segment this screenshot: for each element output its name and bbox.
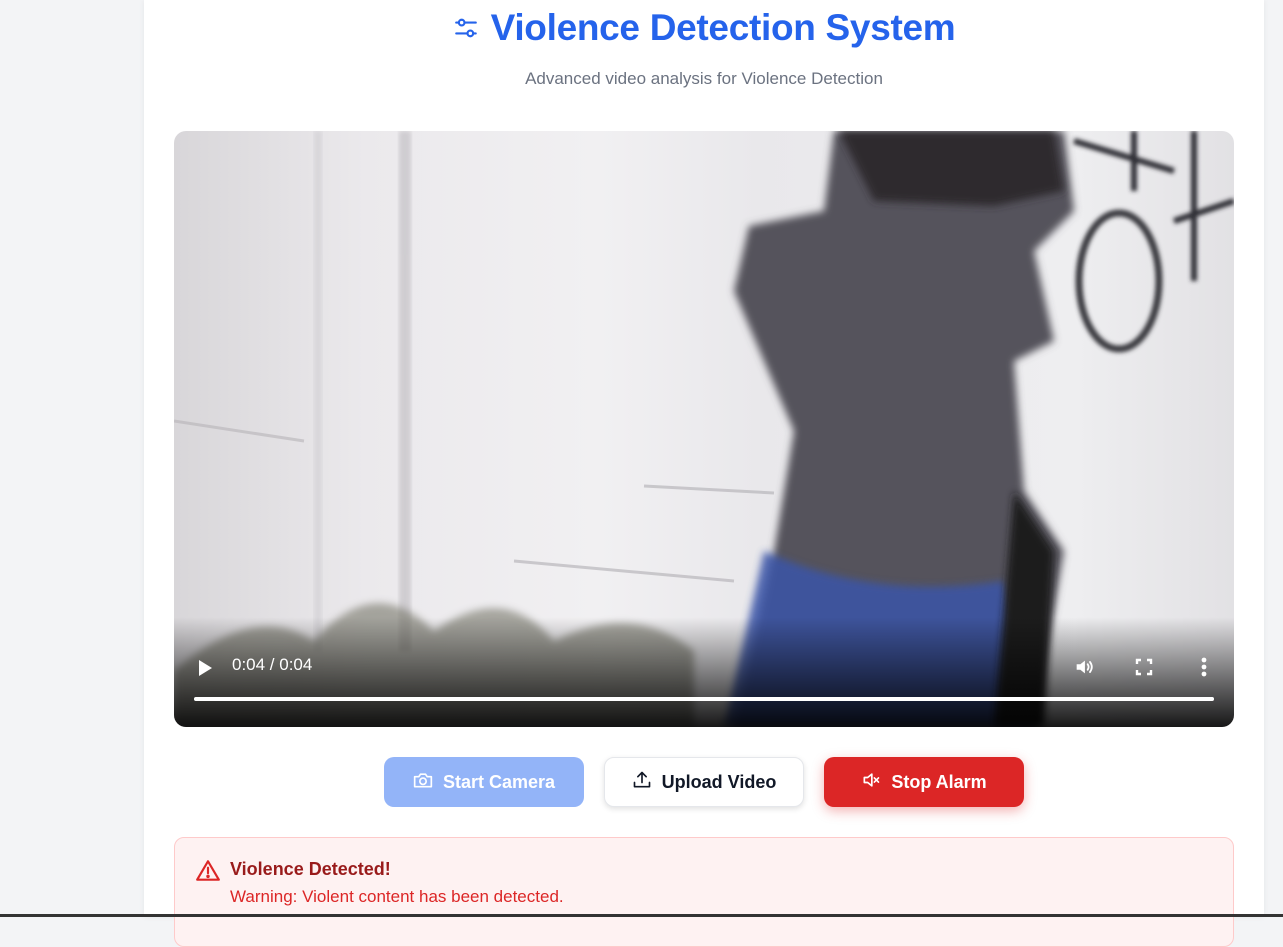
more-vertical-icon[interactable] xyxy=(1192,655,1216,679)
volume-x-icon xyxy=(861,770,881,795)
fullscreen-icon[interactable] xyxy=(1132,655,1156,679)
stop-alarm-label: Stop Alarm xyxy=(891,771,987,792)
video-progress-bar[interactable] xyxy=(194,697,1214,701)
play-icon[interactable] xyxy=(194,657,216,679)
upload-icon xyxy=(632,770,652,795)
sliders-icon xyxy=(453,15,479,41)
stop-alarm-button[interactable]: Stop Alarm xyxy=(824,757,1024,807)
main-card: Violence Detection System Advanced video… xyxy=(144,0,1264,947)
volume-icon[interactable] xyxy=(1072,655,1096,679)
page-subtitle: Advanced video analysis for Violence Det… xyxy=(525,69,883,88)
violence-alert: Violence Detected! Warning: Violent cont… xyxy=(174,837,1234,947)
start-camera-label: Start Camera xyxy=(442,771,556,792)
video-progress-fill xyxy=(194,697,1214,701)
video-time: 0:04 / 0:04 xyxy=(232,655,313,674)
alert-title: Violence Detected! xyxy=(230,859,391,879)
video-player[interactable]: 0:04 / 0:04 xyxy=(174,131,1234,727)
page-title: Violence Detection System xyxy=(490,7,956,48)
start-camera-button[interactable]: Start Camera xyxy=(384,757,584,807)
upload-video-label: Upload Video xyxy=(661,771,777,792)
camera-icon xyxy=(413,771,433,794)
alert-triangle-icon xyxy=(195,858,221,884)
alert-message: Warning: Violent content has been detect… xyxy=(230,887,564,906)
header: Violence Detection System xyxy=(144,4,1264,52)
upload-video-button[interactable]: Upload Video xyxy=(604,757,804,807)
